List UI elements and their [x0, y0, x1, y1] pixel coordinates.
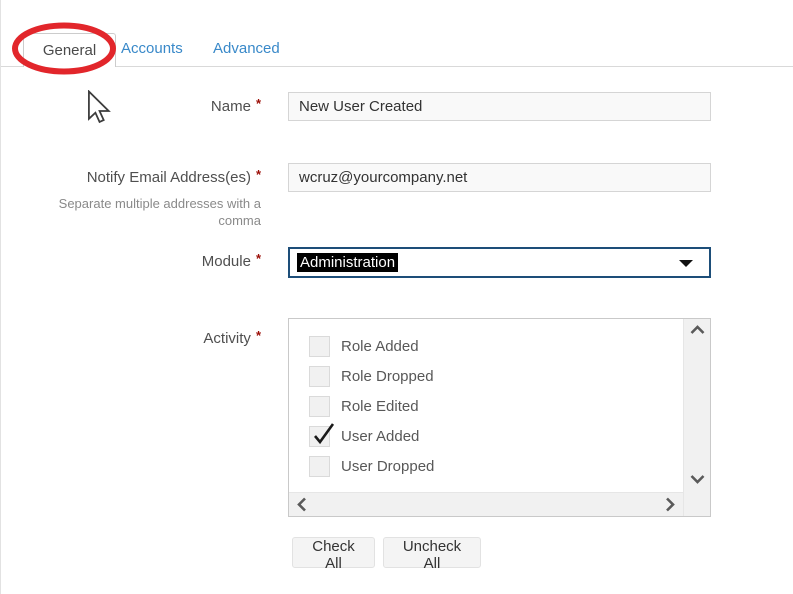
activity-option-label: User Dropped	[341, 458, 434, 475]
tabbar-divider	[1, 66, 793, 67]
helper-line-1: Separate multiple addresses with a	[1, 195, 261, 212]
vertical-scrollbar[interactable]	[683, 319, 710, 516]
activity-option-label: Role Edited	[341, 398, 419, 415]
module-selected-value: Administration	[297, 253, 398, 272]
chevron-left-icon[interactable]	[297, 497, 307, 512]
module-select[interactable]: Administration	[288, 247, 711, 278]
activity-option-role-added[interactable]: Role Added	[289, 331, 683, 361]
activity-option-role-edited[interactable]: Role Edited	[289, 391, 683, 421]
notify-email-helper: Separate multiple addresses with a comma	[1, 195, 261, 229]
activity-label: Activity *	[1, 330, 261, 347]
required-asterisk: *	[256, 167, 261, 182]
name-input[interactable]	[288, 92, 711, 121]
notify-email-label: Notify Email Address(es) *	[1, 169, 261, 186]
activity-label-text: Activity	[203, 330, 251, 347]
module-label-text: Module	[202, 253, 251, 270]
chevron-up-icon[interactable]	[690, 325, 705, 335]
checkbox[interactable]	[309, 456, 330, 477]
module-label: Module *	[1, 253, 261, 270]
check-all-button[interactable]: Check All	[292, 537, 375, 568]
activity-option-user-dropped[interactable]: User Dropped	[289, 451, 683, 481]
activity-option-role-dropped[interactable]: Role Dropped	[289, 361, 683, 391]
checkbox[interactable]	[309, 336, 330, 357]
notification-settings-panel: General Accounts Advanced Name * Notify E…	[0, 0, 793, 594]
checkbox[interactable]	[309, 426, 330, 447]
name-label-text: Name	[211, 98, 251, 115]
required-asterisk: *	[256, 328, 261, 343]
notify-email-label-text: Notify Email Address(es)	[87, 169, 251, 186]
tab-general[interactable]: General	[23, 33, 116, 67]
caret-down-icon	[679, 260, 693, 267]
activity-option-label: Role Dropped	[341, 368, 434, 385]
required-asterisk: *	[256, 251, 261, 266]
notify-email-input[interactable]	[288, 163, 711, 192]
uncheck-all-button[interactable]: Uncheck All	[383, 537, 481, 568]
activity-option-label: Role Added	[341, 338, 419, 355]
checkbox[interactable]	[309, 396, 330, 417]
activity-option-user-added[interactable]: User Added	[289, 421, 683, 451]
name-label: Name *	[1, 98, 261, 115]
required-asterisk: *	[256, 96, 261, 111]
checkbox[interactable]	[309, 366, 330, 387]
tab-advanced[interactable]: Advanced	[213, 40, 280, 57]
chevron-right-icon[interactable]	[665, 497, 675, 512]
activity-option-label: User Added	[341, 428, 419, 445]
helper-line-2: comma	[1, 212, 261, 229]
tab-accounts[interactable]: Accounts	[121, 40, 183, 57]
check-icon	[311, 423, 335, 447]
horizontal-scrollbar[interactable]	[289, 492, 683, 516]
chevron-down-icon[interactable]	[690, 474, 705, 484]
activity-list: Role Added Role Dropped Role Edited User…	[289, 319, 683, 492]
activity-listbox: Role Added Role Dropped Role Edited User…	[288, 318, 711, 517]
